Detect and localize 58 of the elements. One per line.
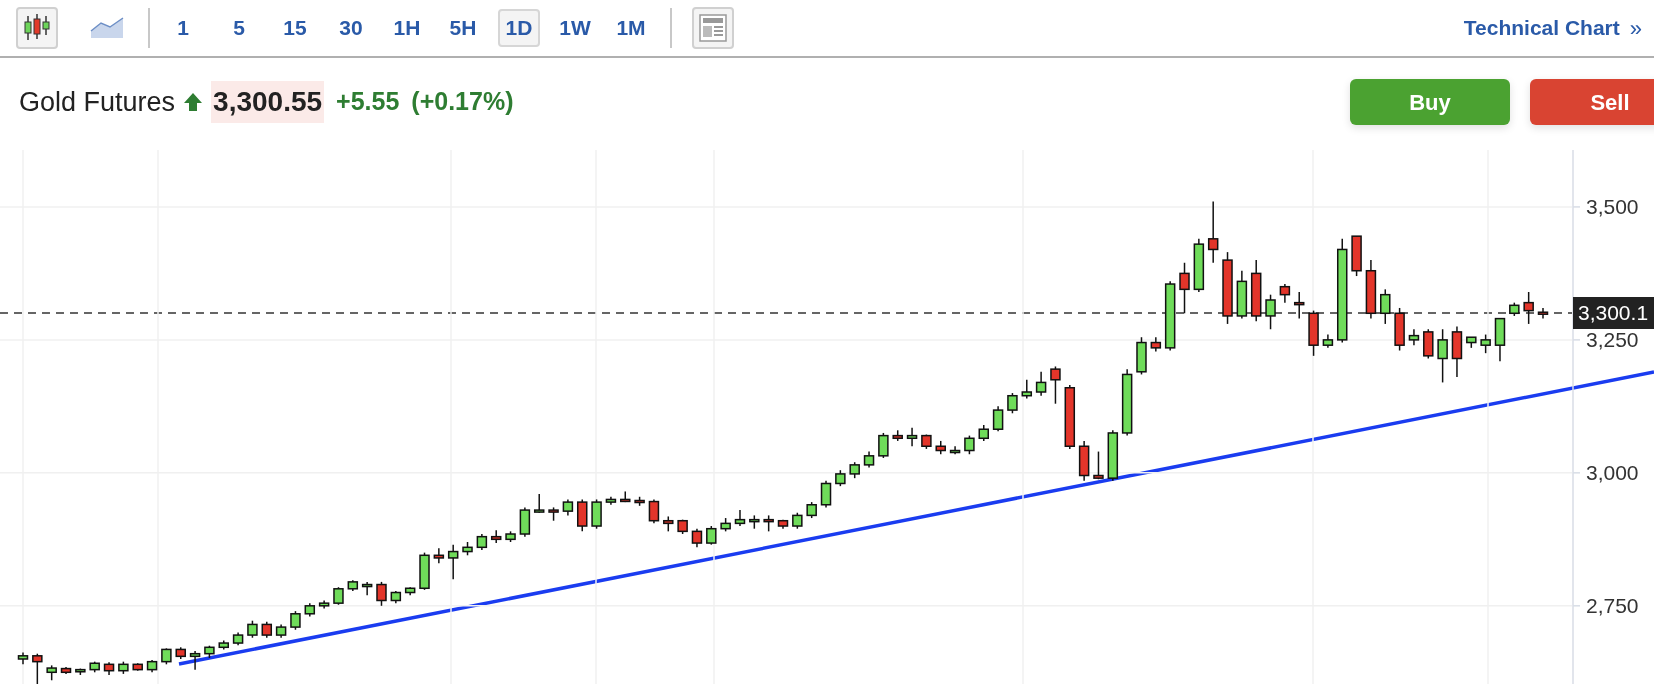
candlestick xyxy=(1035,371,1047,397)
technical-chart-link[interactable]: Technical Chart » xyxy=(1463,11,1642,45)
candlestick xyxy=(1279,283,1291,304)
candlestick xyxy=(1093,450,1104,480)
price-axis-label: 3,000 xyxy=(1586,461,1639,485)
candlestick xyxy=(706,525,717,546)
percent-change: (+0.17%) xyxy=(411,86,514,118)
interval-tab[interactable]: 1M xyxy=(610,9,652,47)
candlestick xyxy=(1380,288,1391,325)
candlestick xyxy=(376,581,387,607)
candlestick xyxy=(992,405,1004,433)
interval-tab[interactable]: 1H xyxy=(386,9,428,47)
instrument-name: Gold Futures xyxy=(19,85,176,119)
candlestick xyxy=(1050,365,1061,405)
interval-tab[interactable]: 5H xyxy=(442,9,484,47)
candlestick xyxy=(189,650,201,671)
price-axis-label: 3,500 xyxy=(1586,195,1639,219)
candlestick xyxy=(490,529,502,544)
candlestick xyxy=(820,480,832,509)
candlestick xyxy=(734,509,746,527)
candlestick xyxy=(1207,200,1219,264)
candlestick xyxy=(447,543,459,580)
interval-tab[interactable]: 1D xyxy=(498,9,540,47)
candlestick xyxy=(1480,333,1491,354)
sell-button[interactable]: Sell xyxy=(1530,79,1654,125)
candlestick xyxy=(906,426,918,447)
candlestick xyxy=(1437,328,1448,384)
candlestick xyxy=(1423,328,1434,360)
interval-tab[interactable]: 15 xyxy=(274,9,316,47)
candlestick xyxy=(1265,293,1276,330)
candlestick-icon xyxy=(23,13,51,43)
candlestick xyxy=(519,506,531,538)
candlestick xyxy=(533,493,545,514)
interval-tab[interactable]: 5 xyxy=(218,9,260,47)
candlestick xyxy=(878,432,889,459)
candlestick xyxy=(691,527,703,549)
interval-tab[interactable]: 1 xyxy=(162,9,204,47)
layout-icon xyxy=(699,14,727,42)
area-chart-icon xyxy=(90,17,124,39)
candlestick xyxy=(648,498,660,525)
candlestick xyxy=(1523,291,1534,325)
last-price: 3,300.55 xyxy=(211,81,325,123)
candlestick xyxy=(577,498,588,533)
interval-tab[interactable]: 1W xyxy=(554,9,596,47)
candlestick-chart-button[interactable] xyxy=(16,7,58,49)
last-price-tag: 3,300.1 xyxy=(1573,297,1654,329)
price-change: +5.55 xyxy=(336,86,400,118)
candlestick xyxy=(591,498,602,530)
layout-button[interactable] xyxy=(692,7,734,49)
candlestick xyxy=(433,547,445,565)
candlestick xyxy=(290,610,301,631)
price-axis-label: 2,750 xyxy=(1586,594,1639,618)
candlestick xyxy=(1007,392,1018,415)
interval-tab[interactable]: 30 xyxy=(330,9,372,47)
price-axis-label: 3,250 xyxy=(1586,328,1639,352)
candlestick xyxy=(1179,262,1190,315)
candlestick xyxy=(1021,379,1033,400)
candlestick xyxy=(964,434,975,455)
